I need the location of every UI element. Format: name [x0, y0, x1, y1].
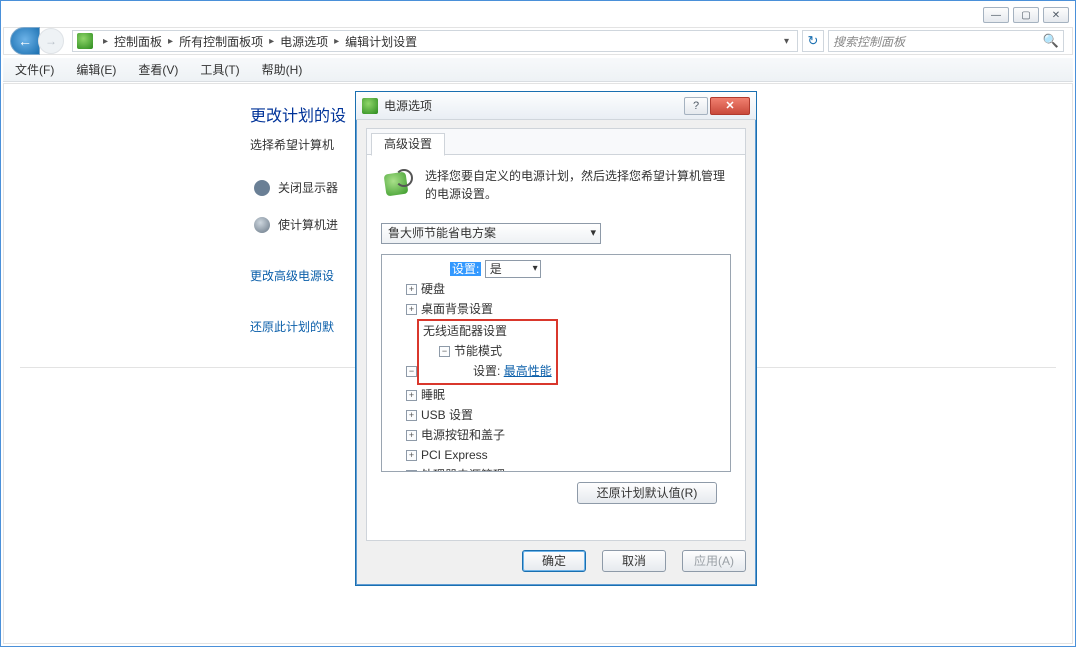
- window-controls: — ▢ ✕: [983, 7, 1069, 23]
- settings-tree[interactable]: 设置: 是 +硬盘 +桌面背景设置 −无线适配器设置 −节能模式 设置:: [381, 254, 731, 472]
- expand-icon[interactable]: +: [406, 430, 417, 441]
- tree-item-power-button[interactable]: +电源按钮和盖子: [386, 425, 726, 445]
- nav-row: ← → ▸ 控制面板 ▸ 所有控制面板项 ▸ 电源选项 ▸ 编辑计划设置 ▾ ↻…: [3, 27, 1073, 55]
- sleep-icon: [254, 217, 270, 233]
- expand-icon[interactable]: +: [406, 284, 417, 295]
- dialog-cancel-button[interactable]: 取消: [602, 550, 666, 572]
- nav-back-button[interactable]: ←: [10, 27, 40, 55]
- menu-tools[interactable]: 工具(T): [200, 61, 239, 78]
- setting-label: 设置:: [450, 262, 481, 276]
- search-input[interactable]: 搜索控制面板 🔍: [828, 30, 1064, 52]
- monitor-icon: [254, 180, 270, 196]
- dialog-close-button[interactable]: ✕: [710, 97, 750, 115]
- setting-dropdown[interactable]: 是: [485, 260, 541, 278]
- option-label: 使计算机进: [278, 216, 338, 233]
- dialog-footer: 确定 取消 应用(A): [366, 547, 746, 575]
- address-dropdown-icon[interactable]: ▾: [780, 36, 793, 47]
- chevron-right-icon: ▸: [168, 36, 173, 47]
- dialog-help-button[interactable]: ?: [684, 97, 708, 115]
- tree-item-usb[interactable]: +USB 设置: [386, 405, 726, 425]
- chevron-right-icon: ▸: [103, 36, 108, 47]
- address-bar[interactable]: ▸ 控制面板 ▸ 所有控制面板项 ▸ 电源选项 ▸ 编辑计划设置 ▾: [72, 30, 798, 52]
- breadcrumb[interactable]: 控制面板: [114, 33, 162, 50]
- menu-help[interactable]: 帮助(H): [262, 61, 303, 78]
- ok-button[interactable]: 确定: [522, 550, 586, 572]
- menu-bar: 文件(F) 编辑(E) 查看(V) 工具(T) 帮助(H): [3, 58, 1073, 82]
- collapse-icon[interactable]: −: [439, 346, 450, 357]
- breadcrumb[interactable]: 电源选项: [280, 33, 328, 50]
- tree-item-pci[interactable]: +PCI Express: [386, 445, 726, 465]
- window-close-button[interactable]: ✕: [1043, 7, 1069, 23]
- tab-advanced[interactable]: 高级设置: [371, 133, 445, 156]
- menu-edit[interactable]: 编辑(E): [76, 61, 116, 78]
- expand-icon[interactable]: +: [406, 390, 417, 401]
- battery-icon: [381, 167, 415, 201]
- power-plan-select[interactable]: 鲁大师节能省电方案: [381, 223, 601, 244]
- tree-item-sleep[interactable]: +睡眠: [386, 385, 726, 405]
- apply-button[interactable]: 应用(A): [682, 550, 746, 572]
- setting-value-link[interactable]: 最高性能: [504, 364, 552, 378]
- tab-strip: 高级设置: [367, 129, 745, 155]
- expand-icon[interactable]: +: [406, 304, 417, 315]
- breadcrumb[interactable]: 所有控制面板项: [179, 33, 263, 50]
- dialog-body: 高级设置 选择您要自定义的电源计划，然后选择您希望计算机管理的电源设置。 鲁大师…: [366, 128, 746, 541]
- dialog-description: 选择您要自定义的电源计划，然后选择您希望计算机管理的电源设置。: [425, 167, 731, 203]
- tree-item-cpu[interactable]: +处理器电源管理: [386, 465, 726, 472]
- breadcrumb[interactable]: 编辑计划设置: [345, 33, 417, 50]
- expand-icon[interactable]: +: [406, 450, 417, 461]
- minimize-button[interactable]: —: [983, 7, 1009, 23]
- chevron-right-icon: ▸: [269, 36, 274, 47]
- search-icon[interactable]: 🔍: [1043, 33, 1059, 49]
- menu-file[interactable]: 文件(F): [15, 61, 54, 78]
- dialog-title: 电源选项: [384, 97, 432, 114]
- search-placeholder: 搜索控制面板: [833, 33, 905, 50]
- tree-item-hdd[interactable]: +硬盘: [386, 279, 726, 299]
- power-icon: [362, 98, 378, 114]
- option-label: 关闭显示器: [278, 179, 338, 196]
- nav-forward-button[interactable]: →: [38, 28, 64, 54]
- tree-item-power-mode[interactable]: −节能模式: [423, 341, 552, 361]
- collapse-icon[interactable]: −: [406, 366, 417, 377]
- power-options-dialog: 电源选项 ? ✕ 高级设置 选择您要自定义的电源计划，然后选择您希望计算机管理的…: [355, 91, 757, 586]
- tree-setting-row[interactable]: 设置: 是: [386, 259, 726, 279]
- menu-view[interactable]: 查看(V): [138, 61, 178, 78]
- tree-item-desktop-bg[interactable]: +桌面背景设置: [386, 299, 726, 319]
- tree-item-wifi-adapter[interactable]: −无线适配器设置 −节能模式 设置: 最高性能: [386, 319, 726, 385]
- refresh-button[interactable]: ↻: [802, 30, 824, 52]
- chevron-right-icon: ▸: [334, 36, 339, 47]
- restore-defaults-button[interactable]: 还原计划默认值(R): [577, 482, 717, 504]
- tree-power-mode-setting[interactable]: 设置: 最高性能: [423, 361, 552, 381]
- control-panel-icon: [77, 33, 93, 49]
- expand-icon[interactable]: +: [406, 410, 417, 421]
- dialog-titlebar[interactable]: 电源选项 ? ✕: [356, 92, 756, 120]
- maximize-button[interactable]: ▢: [1013, 7, 1039, 23]
